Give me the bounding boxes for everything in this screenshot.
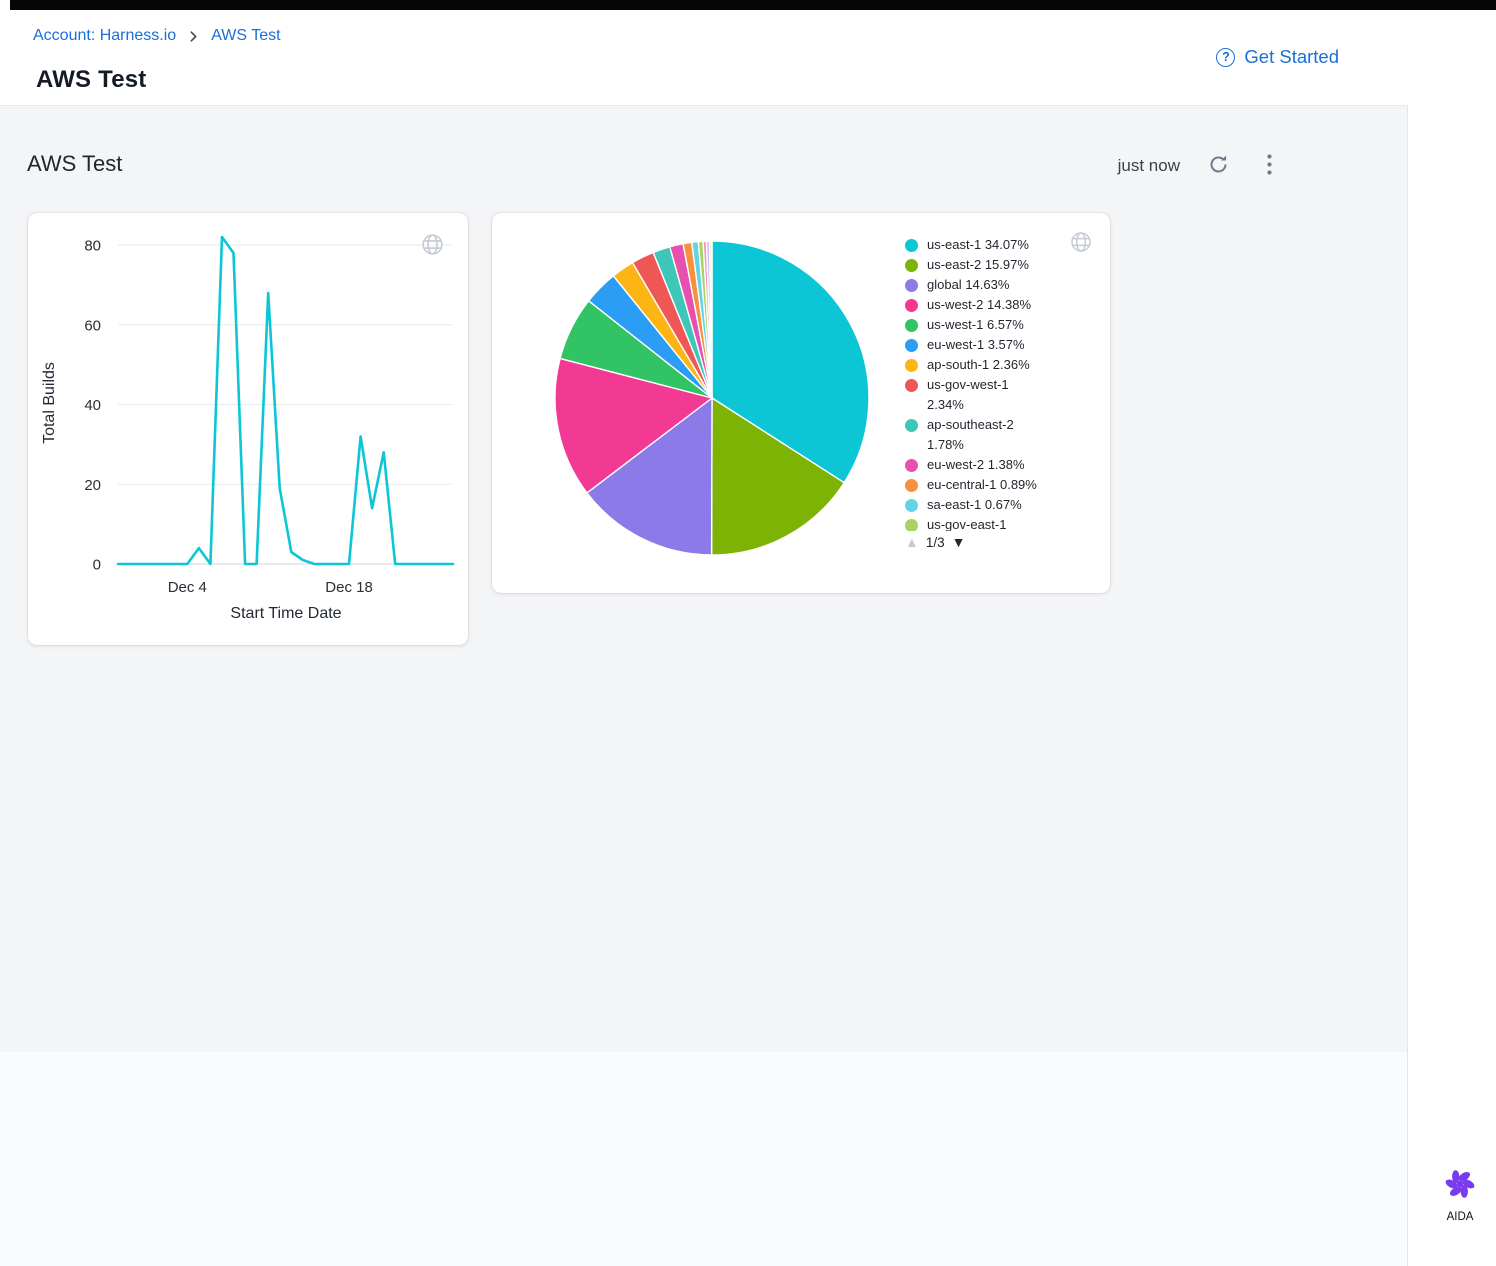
svg-text:80: 80: [84, 238, 101, 255]
globe-icon: [420, 232, 445, 262]
legend-color-dot: [905, 499, 918, 512]
legend-color-dot: [905, 419, 918, 432]
chevron-right-icon: [187, 30, 200, 43]
breadcrumb: Account: Harness.io AWS Test: [33, 27, 281, 45]
aida-label: AIDA: [1432, 1211, 1488, 1223]
svg-text:Start Time Date: Start Time Date: [230, 605, 341, 622]
legend-page-label: 1/3: [926, 535, 945, 550]
more-options-button[interactable]: [1267, 154, 1272, 178]
legend-color-dot: [905, 359, 918, 372]
page-title: AWS Test: [36, 66, 147, 94]
legend-color-dot: [905, 339, 918, 352]
dashboard-panel: AWS Test just now 0 20 40 60 80 Dec 4 Dec 18 To…: [0, 105, 1408, 1052]
svg-text:40: 40: [84, 397, 101, 414]
legend-item[interactable]: us-gov-west-1 2.34%: [905, 375, 1057, 415]
legend-item[interactable]: us-west-2 14.38%: [905, 295, 1057, 315]
legend-label: ap-south-1 2.36%: [927, 355, 1041, 375]
legend-label: ap-southeast-2 1.78%: [927, 415, 1041, 455]
kebab-menu-icon: [1267, 154, 1272, 178]
aida-icon: [1440, 1192, 1480, 1207]
legend-label: us-gov-west-1 2.34%: [927, 375, 1041, 415]
last-refreshed-label: just now: [1118, 156, 1180, 176]
refresh-icon: [1207, 153, 1230, 179]
legend-item[interactable]: us-gov-east-1 0.48%: [905, 515, 1057, 531]
svg-text:20: 20: [84, 477, 101, 494]
refresh-button[interactable]: [1207, 153, 1230, 179]
get-started-label: Get Started: [1244, 46, 1339, 68]
legend-pagination: ▲ 1/3 ▼: [905, 534, 1057, 550]
globe-icon: [1069, 230, 1093, 259]
legend-label: us-gov-east-1 0.48%: [927, 515, 1041, 531]
legend-item[interactable]: us-east-1 34.07%: [905, 235, 1057, 255]
legend-item[interactable]: eu-west-1 3.57%: [905, 335, 1057, 355]
legend-color-dot: [905, 459, 918, 472]
pie-legend: us-east-1 34.07%us-east-2 15.97%global 1…: [905, 235, 1057, 550]
legend-item[interactable]: ap-south-1 2.36%: [905, 355, 1057, 375]
page: Account: Harness.io AWS Test AWS Test ? …: [0, 0, 1496, 1266]
legend-item[interactable]: us-east-2 15.97%: [905, 255, 1057, 275]
legend-color-dot: [905, 259, 918, 272]
legend-color-dot: [905, 299, 918, 312]
legend-page-up-button[interactable]: ▲: [905, 534, 919, 550]
legend-item[interactable]: global 14.63%: [905, 275, 1057, 295]
get-started-button[interactable]: ? Get Started: [1210, 45, 1345, 69]
breadcrumb-account-link[interactable]: Account: Harness.io: [33, 27, 176, 45]
legend-label: eu-west-1 3.57%: [927, 335, 1041, 355]
line-chart-card: 0 20 40 60 80 Dec 4 Dec 18 Total Builds Start Ti…: [28, 213, 468, 645]
legend-label: us-west-2 14.38%: [927, 295, 1041, 315]
legend-item[interactable]: ap-southeast-2 1.78%: [905, 415, 1057, 455]
pie-legend-list: us-east-1 34.07%us-east-2 15.97%global 1…: [905, 235, 1057, 531]
legend-label: sa-east-1 0.67%: [927, 495, 1041, 515]
legend-label: eu-west-2 1.38%: [927, 455, 1041, 475]
legend-item[interactable]: sa-east-1 0.67%: [905, 495, 1057, 515]
legend-color-dot: [905, 519, 918, 532]
top-bar: [10, 0, 1496, 10]
legend-color-dot: [905, 319, 918, 332]
legend-item[interactable]: eu-central-1 0.89%: [905, 475, 1057, 495]
legend-color-dot: [905, 279, 918, 292]
svg-text:Dec 4: Dec 4: [168, 579, 207, 596]
dashboard-controls: just now: [1118, 153, 1272, 179]
legend-label: eu-central-1 0.89%: [927, 475, 1041, 495]
legend-page-down-button[interactable]: ▼: [952, 534, 966, 550]
line-chart[interactable]: 0 20 40 60 80 Dec 4 Dec 18 Total Builds Start Ti…: [28, 213, 468, 645]
svg-text:60: 60: [84, 317, 101, 334]
footer-panel: [0, 1052, 1408, 1266]
legend-color-dot: [905, 379, 918, 392]
pie-chart[interactable]: [552, 238, 872, 558]
help-icon: ?: [1216, 48, 1235, 67]
svg-text:Dec 18: Dec 18: [325, 579, 373, 596]
legend-label: us-east-2 15.97%: [927, 255, 1041, 275]
dashboard-title: AWS Test: [27, 151, 122, 177]
legend-color-dot: [905, 239, 918, 252]
svg-text:Total Builds: Total Builds: [41, 362, 58, 444]
legend-color-dot: [905, 479, 918, 492]
svg-text:0: 0: [93, 557, 101, 574]
legend-item[interactable]: us-west-1 6.57%: [905, 315, 1057, 335]
pie-chart-card: us-east-1 34.07%us-east-2 15.97%global 1…: [492, 213, 1110, 593]
legend-label: us-west-1 6.57%: [927, 315, 1041, 335]
breadcrumb-current-link[interactable]: AWS Test: [211, 27, 280, 45]
legend-item[interactable]: eu-west-2 1.38%: [905, 455, 1057, 475]
aida-assistant-button[interactable]: AIDA: [1432, 1164, 1488, 1223]
legend-label: global 14.63%: [927, 275, 1041, 295]
legend-label: us-east-1 34.07%: [927, 235, 1041, 255]
